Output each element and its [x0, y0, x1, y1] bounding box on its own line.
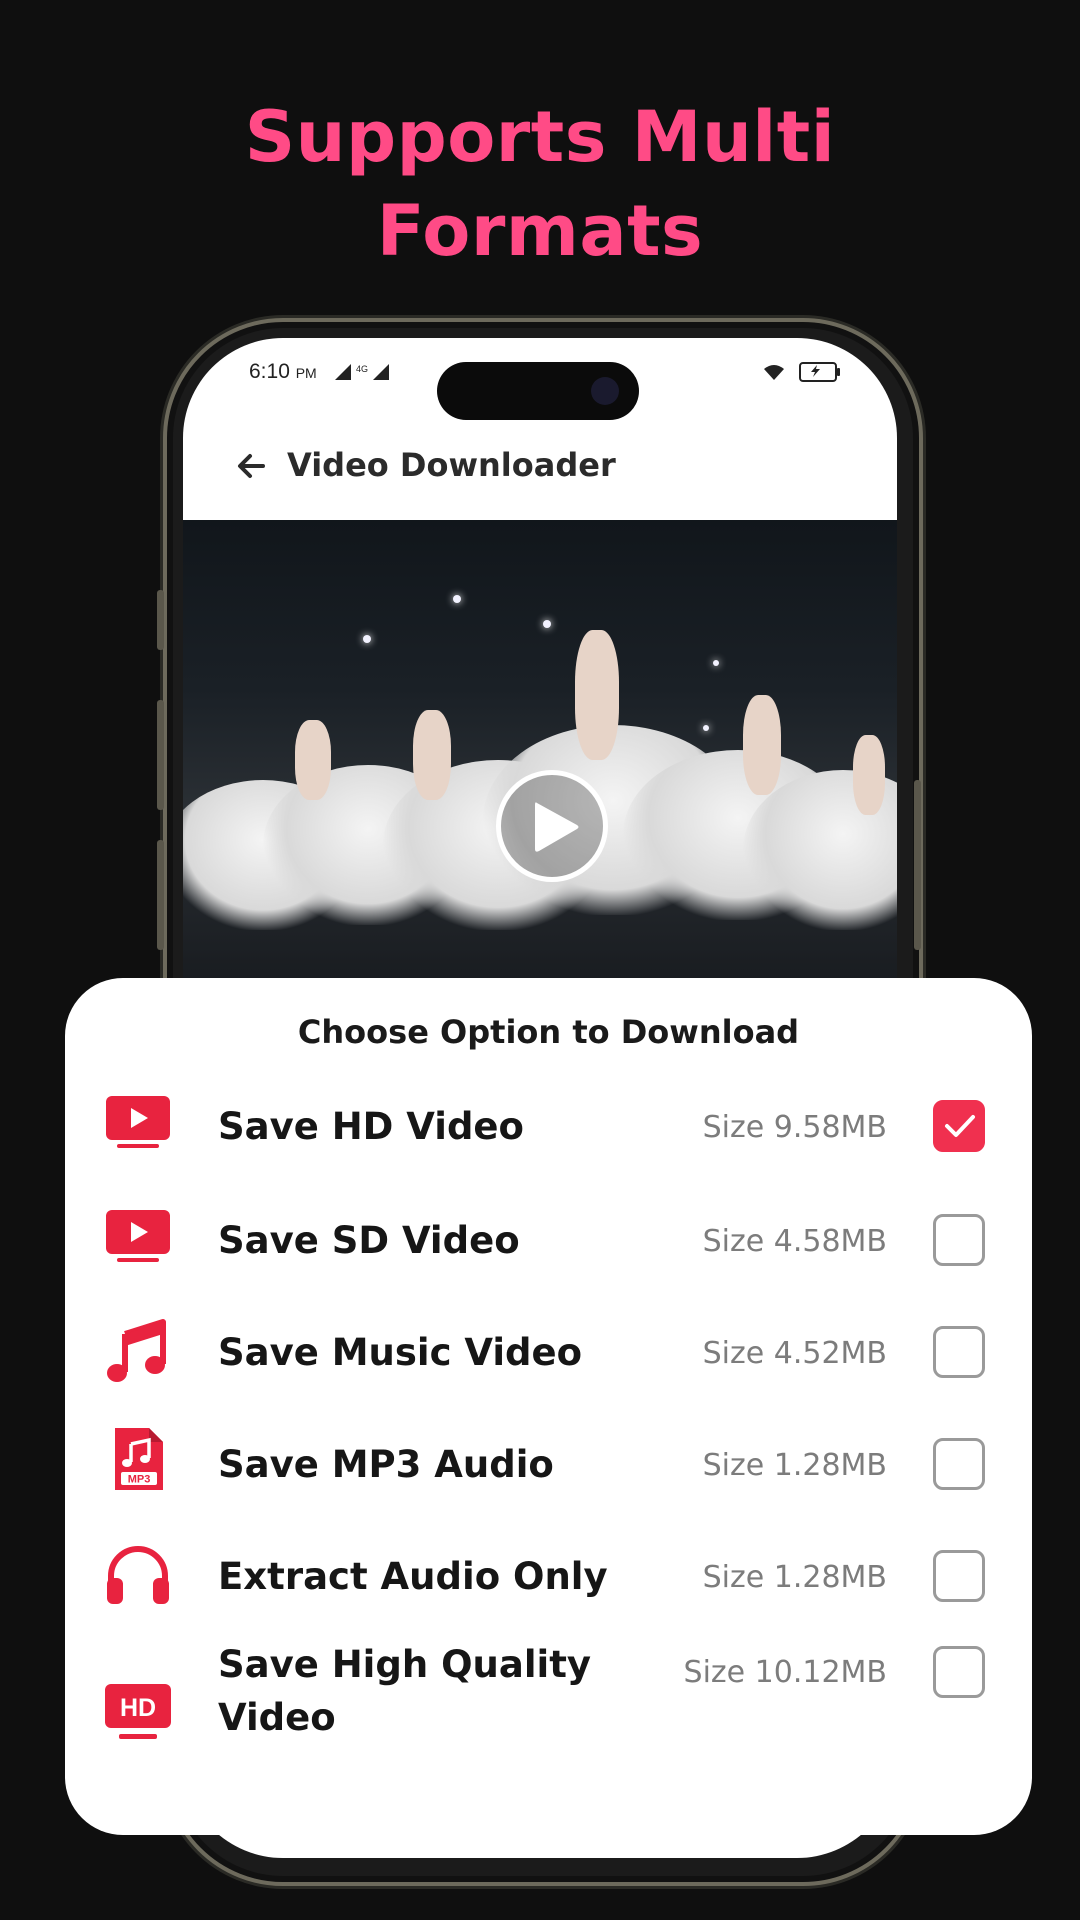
option-label: Save HD Video	[218, 1105, 524, 1148]
option-save-hd-video[interactable]: Save HD Video Size 9.58MB	[65, 1078, 1032, 1178]
svg-text:4G: 4G	[356, 364, 368, 374]
video-preview[interactable]	[183, 520, 897, 1000]
option-extract-audio-only[interactable]: Extract Audio Only Size 1.28MB	[65, 1528, 1032, 1628]
phone-side-button	[157, 590, 164, 650]
mp3-file-icon: MP3	[115, 1428, 163, 1490]
option-checkbox[interactable]	[933, 1326, 985, 1378]
hd-tv-icon: HD	[105, 1684, 171, 1739]
svg-text:HD: HD	[120, 1694, 156, 1722]
option-label: Save MP3 Audio	[218, 1443, 554, 1486]
option-label: Save Music Video	[218, 1331, 583, 1374]
music-note-icon	[107, 1319, 166, 1382]
option-size: Size 4.58MB	[702, 1224, 887, 1259]
wifi-icon	[764, 365, 784, 380]
status-bar: 6:10 PM 4G	[183, 338, 897, 420]
option-size: Size 1.28MB	[702, 1448, 887, 1483]
svg-text:MP3: MP3	[128, 1474, 151, 1486]
option-size: Size 10.12MB	[683, 1655, 887, 1690]
dancer-figure	[575, 630, 619, 760]
stage-light	[453, 595, 461, 603]
play-button[interactable]	[496, 770, 608, 882]
option-size: Size 9.58MB	[702, 1110, 887, 1145]
back-arrow-icon[interactable]	[233, 446, 273, 486]
dancer-figure	[853, 735, 885, 815]
stage-light	[543, 620, 551, 628]
option-checkbox[interactable]	[933, 1646, 985, 1698]
headphones-icon	[107, 1546, 169, 1604]
option-size: Size 1.28MB	[702, 1560, 887, 1595]
option-save-music-video[interactable]: Save Music Video Size 4.52MB	[65, 1304, 1032, 1404]
sheet-title: Choose Option to Download	[297, 1013, 800, 1051]
option-label: Save High Quality Video	[218, 1643, 591, 1739]
option-checkbox[interactable]	[933, 1214, 985, 1266]
option-checkbox[interactable]	[933, 1438, 985, 1490]
stage-light	[713, 660, 719, 666]
option-save-mp3-audio[interactable]: MP3 Save MP3 Audio Size 1.28MB	[65, 1416, 1032, 1516]
camera-lens	[591, 377, 619, 405]
checkmark-icon	[945, 1115, 975, 1137]
option-label: Save SD Video	[218, 1219, 520, 1262]
app-title: Video Downloader	[287, 446, 616, 484]
phone-side-button	[157, 840, 164, 950]
phone-side-button	[157, 700, 164, 810]
dancer-figure	[743, 695, 781, 795]
youtube-tv-icon	[106, 1096, 170, 1148]
download-options-sheet: Choose Option to Download Save HD Video …	[65, 978, 1032, 1835]
battery-icon	[799, 362, 840, 382]
option-checkbox[interactable]	[933, 1550, 985, 1602]
option-label: Extract Audio Only	[218, 1555, 608, 1598]
play-icon	[535, 802, 579, 852]
signal-icon: 4G	[333, 362, 403, 386]
dancer-figure	[413, 710, 451, 800]
option-checkbox-checked[interactable]	[933, 1100, 985, 1152]
headline-line-2: Formats	[376, 190, 704, 272]
option-save-sd-video[interactable]: Save SD Video Size 4.58MB	[65, 1192, 1032, 1292]
phone-side-button	[914, 780, 921, 950]
option-size: Size 4.52MB	[702, 1336, 887, 1371]
camera-island	[437, 362, 639, 420]
headline: Supports Multi Formats	[0, 90, 1080, 278]
status-time: 6:10 PM	[249, 360, 317, 383]
status-icons-right	[763, 362, 840, 382]
dancer-figure	[295, 720, 331, 800]
stage-light	[363, 635, 371, 643]
option-save-high-quality-video[interactable]: HD Save High Quality Video Size 10.12MB	[65, 1638, 1032, 1768]
app-bar: Video Downloader	[183, 428, 897, 523]
youtube-tv-icon	[106, 1210, 170, 1262]
stage-light	[703, 725, 709, 731]
headline-line-1: Supports Multi	[244, 96, 836, 178]
